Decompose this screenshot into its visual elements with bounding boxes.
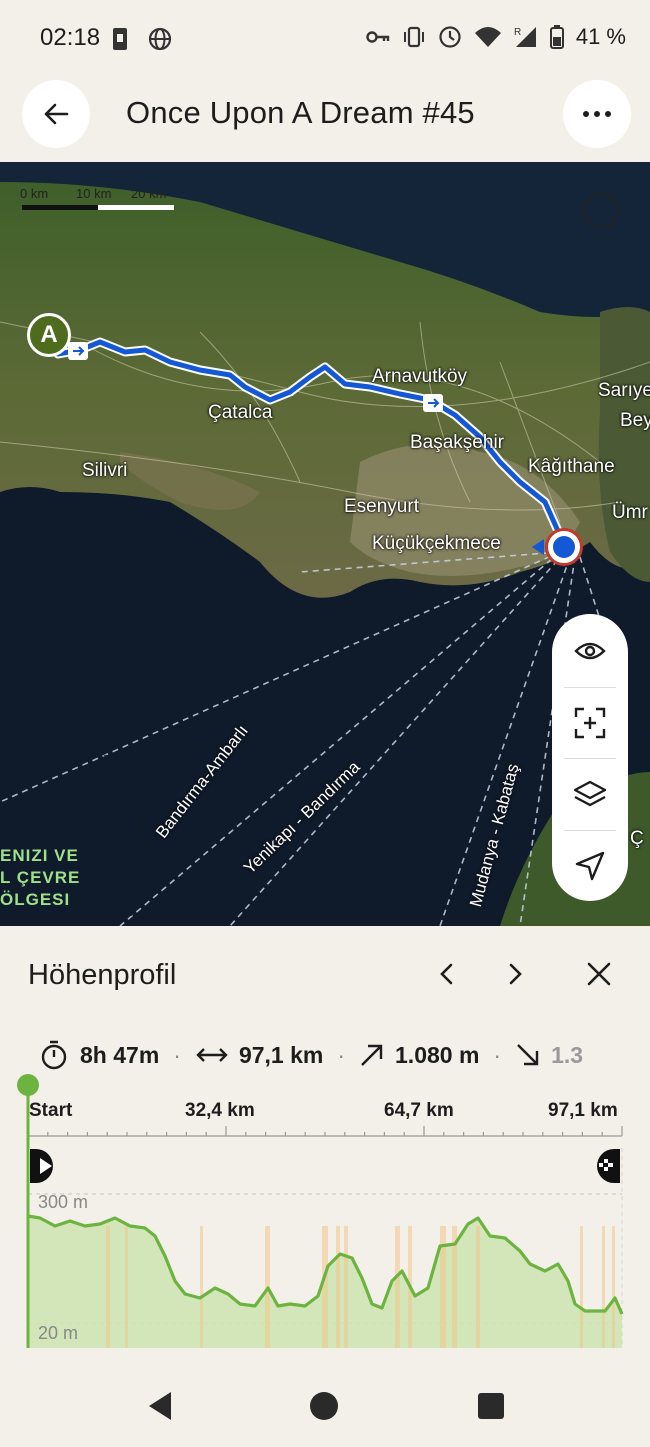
- system-nav-bar: [0, 1366, 650, 1447]
- place-label: Küçükçekmece: [372, 533, 501, 554]
- heading-arrow-icon: [532, 539, 544, 555]
- place-label: Ç: [630, 828, 644, 849]
- sim-icon: [113, 28, 127, 50]
- elevation-chart[interactable]: [0, 1066, 650, 1366]
- y-label-top: 300 m: [38, 1192, 89, 1212]
- scale-label-0: 0 km: [20, 186, 49, 201]
- place-label: Başakşehir: [410, 432, 504, 453]
- close-icon: [587, 962, 611, 986]
- region-label: L ÇEVRE: [0, 868, 81, 887]
- scale-label-10: 10 km: [76, 186, 112, 201]
- recents-nav-icon[interactable]: [477, 1392, 505, 1420]
- layers-button[interactable]: [552, 759, 628, 829]
- descent-value: 1.3: [551, 1041, 584, 1068]
- navigate-button[interactable]: [552, 831, 628, 901]
- layers-icon: [573, 780, 607, 807]
- status-right: R 41 %: [366, 24, 626, 50]
- y-label-bottom: 20 m: [38, 1323, 79, 1343]
- route-start-marker[interactable]: A: [27, 313, 71, 357]
- region-label: ÖLGESI: [0, 890, 71, 909]
- status-bar: 02:18 R 41 %: [0, 0, 650, 78]
- place-label: Esenyurt: [344, 496, 419, 517]
- place-label: Çatalca: [208, 402, 273, 423]
- navigate-icon: [575, 851, 605, 881]
- distance-value: 97,1 km: [238, 1041, 324, 1068]
- fit-route-icon: [574, 707, 606, 739]
- elevation-panel: Höhenprofil 8h 47m · 97,1 km · 1.080 m ·…: [0, 926, 650, 1366]
- svg-text:R: R: [514, 27, 521, 38]
- wifi-icon: [474, 27, 501, 47]
- signal-icon: R: [514, 27, 536, 47]
- ascent-value: 1.080 m: [395, 1041, 480, 1068]
- descent-icon: [517, 1044, 539, 1066]
- place-label: Bey: [620, 410, 650, 431]
- alarm-icon: [439, 26, 461, 48]
- visibility-button[interactable]: [552, 616, 628, 686]
- place-label: Silivri: [82, 460, 128, 481]
- distance-icon: [196, 1048, 228, 1062]
- ascent-icon: [361, 1044, 383, 1066]
- panel-title: Höhenprofil: [28, 959, 177, 991]
- region-label: ENIZI VE: [0, 846, 79, 865]
- battery-percent: 41 %: [575, 24, 626, 49]
- previous-button[interactable]: [428, 956, 464, 992]
- duration-value: 8h 47m: [80, 1041, 160, 1068]
- place-label: Ümr: [612, 502, 648, 523]
- status-time: 02:18: [40, 24, 101, 51]
- finish-flag-icon: [597, 1149, 620, 1183]
- place-label: Sarıye: [598, 380, 650, 401]
- page-title: Once Upon A Dream #45: [126, 95, 475, 130]
- start-flag-icon: [30, 1149, 53, 1183]
- vpn-key-icon: [366, 31, 390, 43]
- more-horizontal-icon: [583, 111, 611, 117]
- back-button[interactable]: [22, 80, 90, 148]
- current-location-marker: [545, 528, 583, 566]
- arrow-left-icon: [44, 103, 69, 125]
- globe-icon: [148, 27, 172, 51]
- vibrate-icon: [403, 26, 424, 48]
- eye-icon: [574, 642, 606, 660]
- place-label: Arnavutköy: [372, 366, 468, 387]
- back-nav-icon[interactable]: [145, 1390, 175, 1422]
- close-button[interactable]: [581, 956, 617, 992]
- battery-icon: [549, 25, 564, 49]
- place-label: Kâğıthane: [528, 456, 615, 477]
- more-options-button[interactable]: [563, 80, 631, 148]
- chevron-right-icon: [509, 963, 522, 985]
- next-button[interactable]: [498, 956, 534, 992]
- map-controls: [552, 614, 628, 901]
- home-nav-icon[interactable]: [308, 1390, 340, 1422]
- chevron-left-icon: [440, 963, 453, 985]
- fit-route-button[interactable]: [552, 688, 628, 758]
- scale-label-20: 20 km: [131, 186, 167, 201]
